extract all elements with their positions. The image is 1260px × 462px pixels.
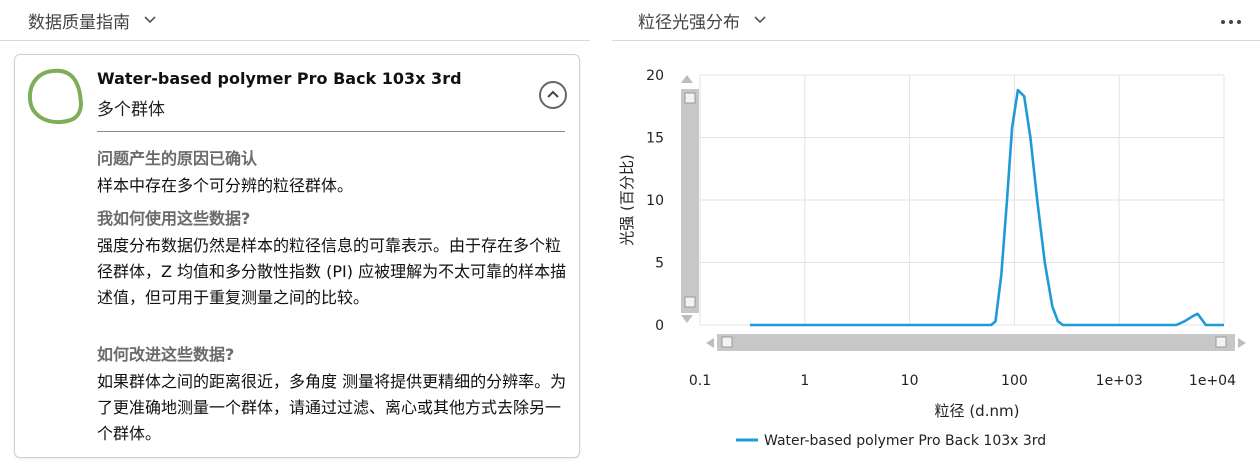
y-tick-label: 0 bbox=[655, 318, 664, 334]
x-axis-label: 粒径 (d.nm) bbox=[935, 402, 1020, 420]
legend-label: Water-based polymer Pro Back 103x 3rd bbox=[764, 433, 1046, 449]
data-quality-guide-title: 数据质量指南 bbox=[28, 12, 130, 33]
x-tick-label: 100 bbox=[1001, 373, 1028, 389]
x-scrollbar-thumb[interactable] bbox=[717, 334, 1235, 351]
x-scrollbar[interactable] bbox=[706, 334, 1246, 351]
data-quality-guide-header[interactable]: 数据质量指南 bbox=[0, 0, 590, 41]
series-line bbox=[750, 88, 1224, 327]
card-subtitle: 多个群体 bbox=[97, 100, 165, 120]
card-title: Water-based polymer Pro Back 103x 3rd bbox=[97, 69, 462, 88]
chart-series bbox=[750, 88, 1224, 327]
y-scrollbar[interactable] bbox=[681, 75, 699, 323]
legend: Water-based polymer Pro Back 103x 3rd bbox=[736, 433, 1046, 449]
section-body: 如果群体之间的距离很近，多角度 测量将提供更精细的分辨率。为了更准确地测量一个群… bbox=[97, 372, 567, 443]
x-scroll-handle-left[interactable] bbox=[721, 336, 733, 348]
chevron-up-icon bbox=[547, 90, 559, 98]
scroll-left-arrow-icon[interactable] bbox=[706, 338, 714, 348]
x-tick-label: 0.1 bbox=[689, 373, 711, 389]
y-axis-label: 光强 (百分比) bbox=[618, 154, 636, 245]
section-cause: 问题产生的原因已确认 样本中存在多个可分辨的粒径群体。 bbox=[97, 145, 567, 199]
section-improve: 如何改进这些数据? 如果群体之间的距离很近，多角度 测量将提供更精细的分辨率。为… bbox=[97, 341, 567, 447]
section-heading: 我如何使用这些数据? bbox=[97, 209, 251, 228]
scroll-up-arrow-icon[interactable] bbox=[681, 75, 693, 83]
x-tick-label: 1e+03 bbox=[1096, 373, 1143, 389]
y-scroll-handle-top[interactable] bbox=[684, 92, 696, 104]
intensity-chart: 0 5 10 15 20 0.1 1 10 100 1e+03 1e+04 粒径 (d.nm) 光强… bbox=[618, 68, 1246, 449]
collapse-button[interactable] bbox=[539, 81, 567, 109]
section-body: 强度分布数据仍然是样本的粒径信息的可靠表示。由于存在多个粒径群体，Z 均值和多分… bbox=[97, 236, 567, 307]
y-tick-label: 20 bbox=[646, 68, 664, 84]
status-ring-icon bbox=[27, 68, 83, 125]
section-usage: 我如何使用这些数据? 强度分布数据仍然是样本的粒径信息的可靠表示。由于存在多个粒… bbox=[97, 205, 567, 311]
y-tick-label: 5 bbox=[655, 256, 664, 272]
card-divider bbox=[97, 131, 565, 132]
y-scrollbar-thumb[interactable] bbox=[681, 89, 699, 313]
y-scroll-handle-bottom[interactable] bbox=[684, 296, 696, 308]
x-tick-label: 1e+04 bbox=[1189, 373, 1236, 389]
intensity-distribution-panel: 粒径光强分布 0 5 10 15 20 0.1 1 10 100 1e+03 1e+04 粒径 (d… bbox=[612, 0, 1260, 462]
section-body: 样本中存在多个可分辨的粒径群体。 bbox=[97, 176, 354, 195]
data-quality-guide-panel: 数据质量指南 Water-based polymer Pro Back 103x… bbox=[0, 0, 590, 462]
section-heading: 问题产生的原因已确认 bbox=[97, 149, 258, 168]
chevron-down-icon[interactable] bbox=[142, 12, 158, 28]
scroll-down-arrow-icon[interactable] bbox=[681, 315, 693, 323]
y-tick-label: 10 bbox=[646, 193, 664, 209]
x-tick-label: 10 bbox=[901, 373, 919, 389]
chart-grid bbox=[699, 74, 1225, 326]
scroll-right-arrow-icon[interactable] bbox=[1238, 338, 1246, 348]
x-tick-label: 1 bbox=[800, 373, 809, 389]
y-tick-label: 15 bbox=[646, 131, 664, 147]
quality-card: Water-based polymer Pro Back 103x 3rd 多个… bbox=[14, 54, 580, 458]
section-heading: 如何改进这些数据? bbox=[97, 345, 235, 364]
x-scroll-handle-right[interactable] bbox=[1215, 336, 1227, 348]
